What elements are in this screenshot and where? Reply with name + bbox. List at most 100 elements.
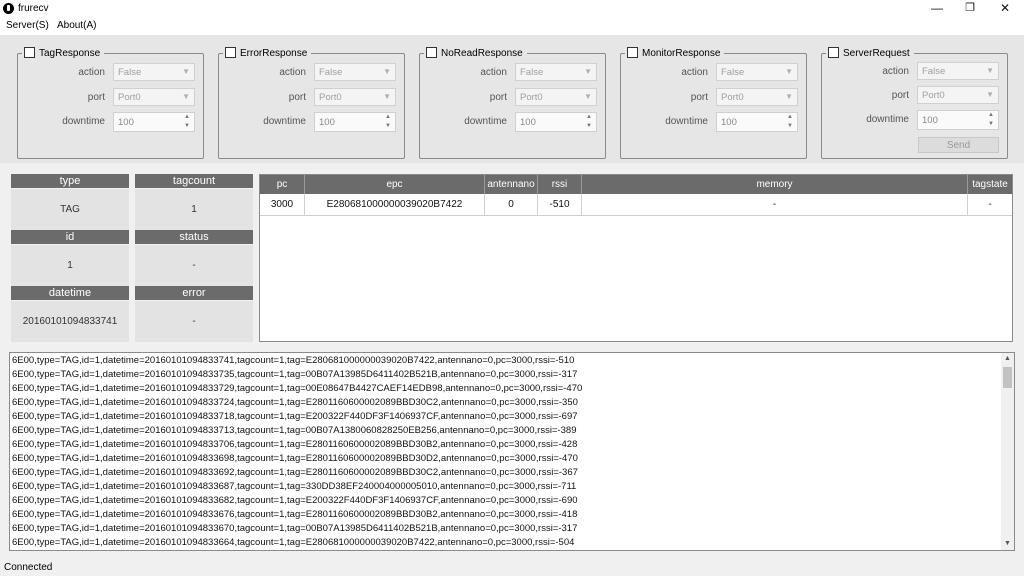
error-value: - — [135, 301, 253, 342]
spin-up-icon[interactable]: ▲ — [181, 113, 193, 122]
spin-up-icon[interactable]: ▲ — [985, 111, 997, 120]
action-row: action False ▼ — [18, 63, 203, 83]
downtime-value: 100 — [118, 117, 134, 128]
spin-up-icon[interactable]: ▲ — [784, 113, 796, 122]
spin-down-icon[interactable]: ▼ — [985, 120, 997, 129]
downtime-value: 100 — [520, 117, 536, 128]
column-header-tagstate[interactable]: tagstate — [968, 175, 1012, 194]
menu-server[interactable]: Server(S) — [6, 20, 49, 31]
chevron-down-icon: ▼ — [182, 67, 190, 76]
group-title: ErrorResponse — [240, 48, 308, 59]
spin-down-icon[interactable]: ▼ — [382, 122, 394, 131]
send-button[interactable]: Send — [918, 137, 999, 153]
table-cell-rssi[interactable]: -510 — [538, 194, 582, 216]
port-select[interactable]: Port0 ▼ — [314, 88, 396, 106]
monitor-response-checkbox[interactable] — [627, 47, 638, 58]
downtime-label: downtime — [464, 116, 507, 127]
type-value: TAG — [11, 189, 129, 230]
port-value: Port0 — [319, 92, 342, 103]
action-select[interactable]: False ▼ — [314, 63, 396, 81]
spin-up-icon[interactable]: ▲ — [382, 113, 394, 122]
spin-down-icon[interactable]: ▼ — [181, 122, 193, 131]
group-server-request: ServerRequest action False ▼ port Port0 ▼ … — [821, 47, 1008, 159]
port-value: Port0 — [922, 90, 945, 101]
close-button[interactable]: ✕ — [988, 0, 1022, 18]
column-header-epc[interactable]: epc — [305, 175, 485, 194]
downtime-spinner[interactable]: 100 ▲ ▼ — [716, 112, 798, 132]
column-header-antennano[interactable]: antennano — [485, 175, 538, 194]
chevron-down-icon: ▼ — [584, 92, 592, 101]
downtime-row: downtime 100 ▲ ▼ — [822, 110, 1007, 130]
column-header-pc[interactable]: pc — [260, 175, 305, 194]
spin-down-icon[interactable]: ▼ — [583, 122, 595, 131]
action-select[interactable]: False ▼ — [515, 63, 597, 81]
error-response-checkbox[interactable] — [225, 47, 236, 58]
error-label: error — [135, 286, 253, 300]
port-select[interactable]: Port0 ▼ — [917, 86, 999, 104]
chevron-down-icon: ▼ — [383, 67, 391, 76]
action-select[interactable]: False ▼ — [113, 63, 195, 81]
action-value: False — [118, 67, 142, 78]
menu-about[interactable]: About(A) — [57, 20, 96, 31]
table-cell-pc[interactable]: 3000 — [260, 194, 305, 216]
action-select[interactable]: False ▼ — [716, 63, 798, 81]
scroll-up-icon[interactable]: ▲ — [1001, 353, 1014, 365]
log-textarea[interactable]: 6E00,type=TAG,id=1,datetime=201601010948… — [9, 352, 1015, 551]
type-label: type — [11, 174, 129, 188]
action-label: action — [78, 67, 105, 78]
action-value: False — [922, 66, 946, 77]
window-title: frurecv — [18, 3, 49, 14]
id-label: id — [11, 230, 129, 244]
downtime-spinner[interactable]: 100 ▲ ▼ — [515, 112, 597, 132]
spin-up-icon[interactable]: ▲ — [583, 113, 595, 122]
minimize-button[interactable]: — — [920, 0, 954, 18]
restore-button[interactable]: ❐ — [953, 0, 987, 18]
server-request-checkbox[interactable] — [828, 47, 839, 58]
log-line: 6E00,type=TAG,id=1,datetime=201601010948… — [12, 397, 578, 408]
id-value: 1 — [11, 245, 129, 286]
scrollbar-thumb[interactable] — [1003, 367, 1012, 388]
status-label: status — [135, 230, 253, 244]
action-label: action — [480, 67, 507, 78]
downtime-row: downtime 100 ▲ ▼ — [420, 112, 605, 132]
port-row: port Port0 ▼ — [420, 88, 605, 108]
title-bar: frurecv — ❐ ✕ — [0, 0, 1024, 18]
log-line: 6E00,type=TAG,id=1,datetime=201601010948… — [12, 425, 577, 436]
log-line: 6E00,type=TAG,id=1,datetime=201601010948… — [12, 411, 578, 422]
log-line: 6E00,type=TAG,id=1,datetime=201601010948… — [12, 495, 578, 506]
table-cell-memory[interactable]: - — [582, 194, 968, 216]
table-cell-epc[interactable]: E280681000000039020B7422 — [305, 194, 485, 216]
downtime-value: 100 — [721, 117, 737, 128]
port-select[interactable]: Port0 ▼ — [716, 88, 798, 106]
log-line: 6E00,type=TAG,id=1,datetime=201601010948… — [12, 523, 578, 534]
action-row: action False ▼ — [822, 62, 1007, 82]
tag-response-checkbox[interactable] — [24, 47, 35, 58]
action-label: action — [882, 66, 909, 77]
log-line: 6E00,type=TAG,id=1,datetime=201601010948… — [12, 369, 578, 380]
chevron-down-icon: ▼ — [986, 90, 994, 99]
group-noread-response: NoReadResponse action False ▼ port Port0 ▼… — [419, 47, 606, 159]
datetime-value: 20160101094833741 — [11, 301, 129, 342]
menu-bar: Server(S) About(A) — [0, 18, 1024, 35]
table-cell-tagstate[interactable]: - — [968, 194, 1012, 216]
port-value: Port0 — [520, 92, 543, 103]
scroll-down-icon[interactable]: ▼ — [1001, 538, 1014, 550]
downtime-spinner[interactable]: 100 ▲ ▼ — [917, 110, 999, 130]
tag-table[interactable]: pc epc antennano rssi memory tagstate 30… — [259, 174, 1013, 342]
spin-down-icon[interactable]: ▼ — [784, 122, 796, 131]
downtime-label: downtime — [263, 116, 306, 127]
tagcount-label: tagcount — [135, 174, 253, 188]
action-row: action False ▼ — [420, 63, 605, 83]
downtime-spinner[interactable]: 100 ▲ ▼ — [314, 112, 396, 132]
downtime-spinner[interactable]: 100 ▲ ▼ — [113, 112, 195, 132]
noread-response-checkbox[interactable] — [426, 47, 437, 58]
column-header-memory[interactable]: memory — [582, 175, 968, 194]
log-line: 6E00,type=TAG,id=1,datetime=201601010948… — [12, 453, 578, 464]
log-scrollbar[interactable]: ▲ ▼ — [1001, 353, 1014, 550]
port-row: port Port0 ▼ — [18, 88, 203, 108]
column-header-rssi[interactable]: rssi — [538, 175, 582, 194]
action-select[interactable]: False ▼ — [917, 62, 999, 80]
port-select[interactable]: Port0 ▼ — [515, 88, 597, 106]
port-select[interactable]: Port0 ▼ — [113, 88, 195, 106]
table-cell-antennano[interactable]: 0 — [485, 194, 538, 216]
